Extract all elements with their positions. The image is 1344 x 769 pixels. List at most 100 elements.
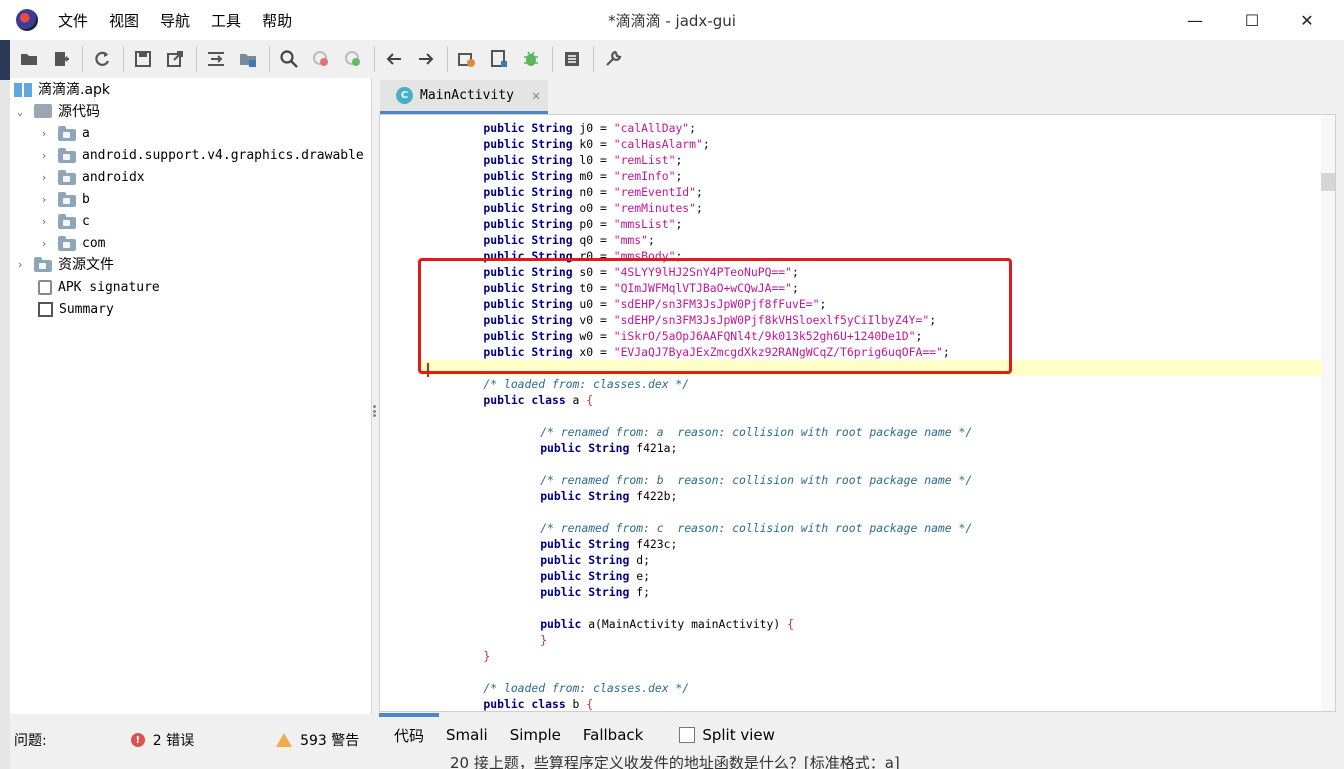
forward-arrow-icon[interactable] [413, 46, 439, 72]
chevron-right-icon[interactable]: › [14, 258, 26, 271]
punctuation: ; [702, 137, 710, 151]
field-name: f421a; [629, 441, 678, 455]
errors-indicator[interactable]: ! 2 错误 [130, 730, 194, 750]
type-name: String [588, 553, 630, 567]
code-line: public String n0 = "remEventId"; [483, 184, 702, 200]
tab-simple[interactable]: Simple [510, 726, 561, 744]
brace: { [586, 697, 594, 711]
panel-splitter-handle[interactable] [373, 405, 377, 417]
search-icon[interactable] [276, 46, 302, 72]
chevron-right-icon[interactable]: › [38, 237, 50, 250]
menu-tools[interactable]: 工具 [211, 10, 251, 31]
code-line: public String e; [540, 568, 650, 584]
tree-package-com[interactable]: › com [38, 232, 105, 254]
tab-code[interactable]: 代码 [394, 725, 424, 746]
field-name: f; [629, 585, 650, 599]
status-bar: 问题: ! 2 错误 593 警告 [10, 718, 372, 762]
tree-source-code[interactable]: ⌄ 源代码 [14, 100, 100, 122]
save-icon[interactable] [130, 46, 156, 72]
vertical-scrollbar-thumb[interactable] [1321, 173, 1335, 191]
chevron-right-icon[interactable]: › [38, 215, 50, 228]
reload-icon[interactable] [89, 46, 115, 72]
split-view-label[interactable]: Split view [702, 726, 775, 744]
code-line: public String f421a; [540, 440, 677, 456]
menu-view[interactable]: 视图 [109, 10, 149, 31]
punctuation: ; [792, 265, 799, 279]
class-search-icon[interactable] [308, 46, 334, 72]
code-line: public String d; [540, 552, 650, 568]
wrench-icon[interactable] [600, 46, 626, 72]
settings-log-icon[interactable] [454, 46, 480, 72]
tree-summary[interactable]: Summary [38, 298, 114, 320]
tree-package-c[interactable]: › c [38, 210, 90, 232]
menu-file[interactable]: 文件 [58, 10, 98, 31]
toolbar [10, 40, 1344, 78]
tree-resources-label: 资源文件 [58, 257, 114, 273]
tree-apk-signature[interactable]: APK signature [38, 276, 160, 298]
open-folder-icon[interactable] [16, 46, 42, 72]
tree-package-androidx[interactable]: › androidx [38, 166, 145, 188]
chevron-right-icon[interactable]: › [38, 127, 50, 140]
string-literal: "remEventId" [613, 185, 697, 199]
back-arrow-icon[interactable] [381, 46, 407, 72]
split-view-checkbox[interactable] [679, 727, 696, 743]
vertical-scrollbar[interactable] [1321, 115, 1335, 711]
punctuation: ; [915, 329, 923, 343]
list-icon[interactable] [559, 46, 585, 72]
export-icon[interactable] [162, 46, 188, 72]
close-button[interactable]: ✕ [1287, 6, 1327, 34]
code-line: public String l0 = "remList"; [483, 152, 682, 168]
tree-root-apk[interactable]: 滴滴滴.apk [14, 78, 110, 100]
tree-package-label: c [82, 213, 90, 229]
add-files-icon[interactable] [48, 46, 74, 72]
folder-icon [58, 235, 76, 251]
code-line: /* renamed from: a reason: collision wit… [540, 424, 972, 440]
keyword: public [483, 329, 525, 343]
tree-package-label: b [82, 191, 90, 207]
chevron-down-icon[interactable]: ⌄ [14, 105, 26, 118]
tree-package-b[interactable]: › b [38, 188, 90, 210]
log-viewer-icon[interactable] [486, 46, 512, 72]
keyword: public class [483, 393, 566, 407]
tree-package-android-support[interactable]: › android.support.v4.graphics.drawable [38, 144, 364, 166]
menu-navigation[interactable]: 导航 [160, 10, 200, 31]
code-line: public String f423c; [540, 536, 677, 552]
keyword: public [540, 441, 582, 455]
type-name: String [588, 569, 630, 583]
maximize-button[interactable]: ☐ [1232, 6, 1272, 34]
keyword: public [483, 121, 525, 135]
type-name: String [531, 153, 573, 167]
debug-bug-icon[interactable] [518, 46, 544, 72]
punctuation: ; [819, 297, 827, 311]
menu-help[interactable]: 帮助 [262, 10, 302, 31]
horizontal-scrollbar-thumb[interactable] [379, 713, 439, 717]
type-name: String [588, 537, 630, 551]
tab-mainactivity[interactable]: C MainActivity ✕ [380, 80, 548, 114]
code-line: /* loaded from: classes.dex */ [483, 376, 689, 392]
tab-smali[interactable]: Smali [446, 726, 488, 744]
minimize-button[interactable]: — [1175, 6, 1215, 34]
code-line: public String q0 = "mms"; [483, 232, 654, 248]
usage-search-icon[interactable] [340, 46, 366, 72]
punctuation: ; [942, 345, 950, 359]
tree-resources[interactable]: › 资源文件 [14, 253, 114, 275]
code-editor[interactable]: public String j0 = "calAllDay"; public St… [379, 114, 1336, 712]
warnings-indicator[interactable]: 593 警告 [276, 730, 359, 750]
deobfuscation-icon[interactable] [235, 46, 261, 72]
code-line: public class a { [483, 392, 593, 408]
field-name: x0 = [572, 345, 614, 359]
code-line: /* renamed from: b reason: collision wit… [540, 472, 972, 488]
string-literal: "sdEHP/sn3FM3JsJpW0Pjf8kVHSloexlf5yCiIlb… [613, 313, 930, 327]
chevron-right-icon[interactable]: › [38, 193, 50, 206]
sync-icon[interactable] [203, 46, 229, 72]
chevron-right-icon[interactable]: › [38, 171, 50, 184]
tree-package-a[interactable]: › a [38, 122, 90, 144]
keyword: public [483, 297, 525, 311]
type-name: String [588, 489, 630, 503]
chevron-right-icon[interactable]: › [38, 149, 50, 162]
close-tab-icon[interactable]: ✕ [532, 88, 540, 104]
field-name: f422b; [629, 489, 678, 503]
type-name: String [588, 585, 630, 599]
tab-fallback[interactable]: Fallback [583, 726, 643, 744]
field-name: o0 = [572, 201, 614, 215]
